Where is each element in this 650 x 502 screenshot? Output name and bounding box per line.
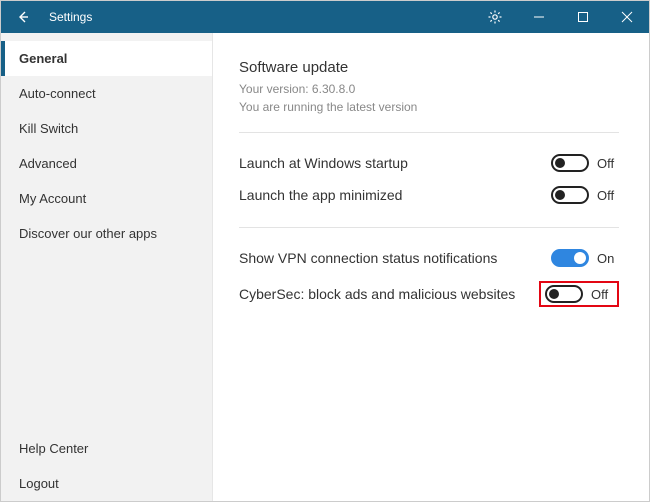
- version-status-text: You are running the latest version: [239, 98, 619, 116]
- toggle-launch-startup[interactable]: [551, 154, 589, 172]
- row-notifications: Show VPN connection status notifications…: [239, 242, 619, 274]
- content-panel: Software update Your version: 6.30.8.0 Y…: [213, 33, 649, 501]
- cybersec-highlight-box: Off: [539, 281, 619, 307]
- titlebar: Settings: [1, 1, 649, 33]
- version-text: Your version: 6.30.8.0: [239, 80, 619, 98]
- label-launch-startup: Launch at Windows startup: [239, 155, 408, 171]
- sidebar-item-my-account[interactable]: My Account: [1, 181, 212, 216]
- sidebar-item-auto-connect[interactable]: Auto-connect: [1, 76, 212, 111]
- maximize-icon: [577, 11, 589, 23]
- toggle-cybersec-state: Off: [591, 287, 613, 302]
- label-cybersec: CyberSec: block ads and malicious websit…: [239, 286, 515, 302]
- gear-icon: [487, 9, 503, 25]
- toggle-notifications[interactable]: [551, 249, 589, 267]
- toggle-launch-minimized[interactable]: [551, 186, 589, 204]
- close-icon: [621, 11, 633, 23]
- window-title: Settings: [45, 10, 92, 24]
- sidebar-help-center[interactable]: Help Center: [1, 431, 212, 466]
- divider: [239, 227, 619, 228]
- toggle-launch-startup-state: Off: [597, 156, 619, 171]
- back-button[interactable]: [1, 1, 45, 33]
- minimize-icon: [533, 11, 545, 23]
- settings-gear-button[interactable]: [473, 1, 517, 33]
- sidebar-item-kill-switch[interactable]: Kill Switch: [1, 111, 212, 146]
- maximize-button[interactable]: [561, 1, 605, 33]
- toggle-notifications-state: On: [597, 251, 619, 266]
- sidebar-item-general[interactable]: General: [1, 41, 212, 76]
- software-update-heading: Software update: [239, 59, 619, 76]
- label-launch-minimized: Launch the app minimized: [239, 187, 402, 203]
- row-launch-startup: Launch at Windows startup Off: [239, 147, 619, 179]
- toggle-cybersec[interactable]: [545, 285, 583, 303]
- row-launch-minimized: Launch the app minimized Off: [239, 179, 619, 211]
- toggle-launch-minimized-state: Off: [597, 188, 619, 203]
- sidebar: General Auto-connect Kill Switch Advance…: [1, 33, 213, 501]
- row-cybersec: CyberSec: block ads and malicious websit…: [239, 274, 619, 314]
- sidebar-logout[interactable]: Logout: [1, 466, 212, 501]
- label-notifications: Show VPN connection status notifications: [239, 250, 497, 266]
- close-button[interactable]: [605, 1, 649, 33]
- sidebar-item-discover-apps[interactable]: Discover our other apps: [1, 216, 212, 251]
- sidebar-item-advanced[interactable]: Advanced: [1, 146, 212, 181]
- back-arrow-icon: [15, 9, 31, 25]
- minimize-button[interactable]: [517, 1, 561, 33]
- divider: [239, 132, 619, 133]
